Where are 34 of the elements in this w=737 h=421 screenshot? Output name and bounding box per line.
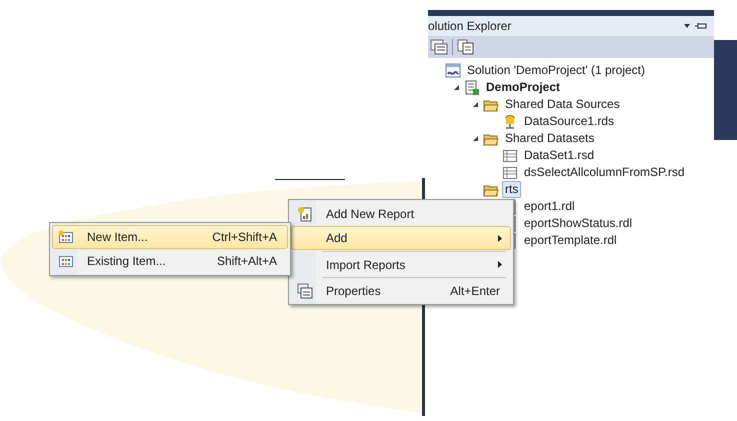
- tree-item[interactable]: DataSource1.rds: [521, 113, 618, 130]
- grid-icon: [58, 254, 74, 268]
- tree-item[interactable]: eportShowStatus.rdl: [521, 215, 636, 232]
- show-all-files-icon[interactable]: [457, 39, 475, 55]
- tree-item[interactable]: Shared Data Sources: [502, 96, 623, 113]
- expand-arrow-icon[interactable]: [452, 84, 460, 91]
- submenu-arrow-icon: [498, 234, 502, 242]
- tree-item[interactable]: eport1.rdl: [521, 198, 578, 215]
- properties-icon: [297, 282, 313, 298]
- tree-item[interactable]: rts: [502, 181, 522, 198]
- shortcut-text: Alt+Enter: [450, 284, 501, 298]
- new-item-icon: [58, 230, 74, 244]
- expand-arrow-icon[interactable]: [472, 101, 478, 108]
- tree-item[interactable]: DemoProject: [483, 79, 564, 96]
- tree-item[interactable]: DataSet1.rsd: [521, 147, 598, 164]
- panel-title: olution Explorer: [428, 19, 512, 33]
- table-icon: [502, 148, 518, 164]
- menu-item[interactable]: Existing Item... Shift+Alt+A: [52, 249, 288, 273]
- shortcut-text: Ctrl+Shift+A: [212, 230, 278, 244]
- solution-icon: [445, 62, 461, 78]
- project-icon: [464, 80, 480, 96]
- menu-item[interactable]: Add: [291, 226, 511, 250]
- menu-item[interactable]: New Item... Ctrl+Shift+A: [52, 225, 288, 249]
- shortcut-text: Shift+Alt+A: [216, 254, 278, 268]
- table-icon: [502, 164, 518, 180]
- menu-item[interactable]: Add New Report: [291, 202, 511, 226]
- tree-item[interactable]: eportTemplate.rdl: [521, 232, 620, 249]
- tree-item[interactable]: Solution 'DemoProject' (1 project): [464, 62, 648, 79]
- tree-item[interactable]: Shared Datasets: [502, 130, 598, 147]
- new-report-icon: [297, 206, 313, 222]
- tree-item[interactable]: dsSelectAllcolumnFromSP.rsd: [521, 164, 688, 181]
- expand-arrow-icon[interactable]: [472, 135, 478, 142]
- properties-icon[interactable]: [430, 39, 448, 55]
- submenu-arrow-icon: [498, 261, 502, 268]
